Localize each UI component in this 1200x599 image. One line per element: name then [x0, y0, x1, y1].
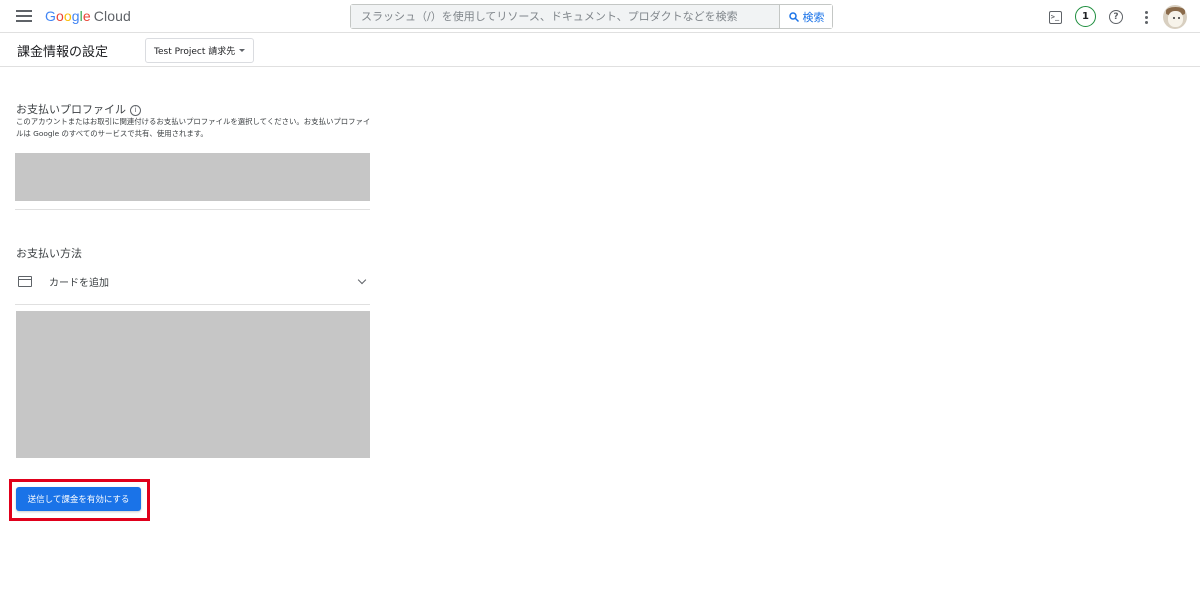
redacted-payment-details	[16, 311, 370, 458]
cloud-shell-terminal-icon[interactable]: >_	[1045, 7, 1065, 27]
search-icon	[788, 11, 799, 22]
payment-method-title: お支払い方法	[16, 247, 82, 260]
page-header: 課金情報の設定 Test Project 請求先	[0, 33, 1200, 67]
google-cloud-logo[interactable]: Google Cloud	[45, 8, 131, 24]
search-input[interactable]	[351, 5, 779, 28]
payment-profile-title: お支払いプロファイル i	[16, 101, 141, 117]
caret-down-icon	[239, 49, 246, 52]
payment-profile-description: このアカウントまたはお取引に関連付けるお支払いプロファイルを選択してください。お…	[16, 117, 371, 138]
submit-enable-billing-button[interactable]: 送信して課金を有効にする	[16, 487, 141, 511]
divider	[15, 304, 370, 305]
chevron-down-icon	[357, 275, 367, 285]
divider	[15, 209, 370, 210]
more-vert-icon[interactable]	[1136, 7, 1156, 27]
project-selector[interactable]: Test Project 請求先	[145, 38, 255, 63]
search-bar: 検索	[350, 4, 833, 29]
project-selector-label: Test Project 請求先	[154, 47, 236, 57]
credit-card-icon	[18, 275, 32, 287]
logo-cloud-text: Cloud	[93, 8, 131, 24]
page-title: 課金情報の設定	[17, 45, 109, 60]
avatar[interactable]	[1163, 5, 1187, 29]
help-icon[interactable]: ?	[1106, 7, 1126, 27]
add-card-label: カードを追加	[49, 277, 109, 289]
search-button-label: 検索	[802, 10, 825, 24]
top-bar: GoogleCloud 検索 >_ 1 ?	[0, 0, 1200, 33]
menu-icon[interactable]	[16, 10, 32, 24]
add-card-row[interactable]: カードを追加	[15, 267, 370, 295]
notification-badge[interactable]: 1	[1075, 6, 1096, 27]
info-icon[interactable]: i	[130, 104, 141, 116]
redacted-payment-profile	[15, 153, 370, 201]
search-button[interactable]: 検索	[779, 5, 832, 28]
